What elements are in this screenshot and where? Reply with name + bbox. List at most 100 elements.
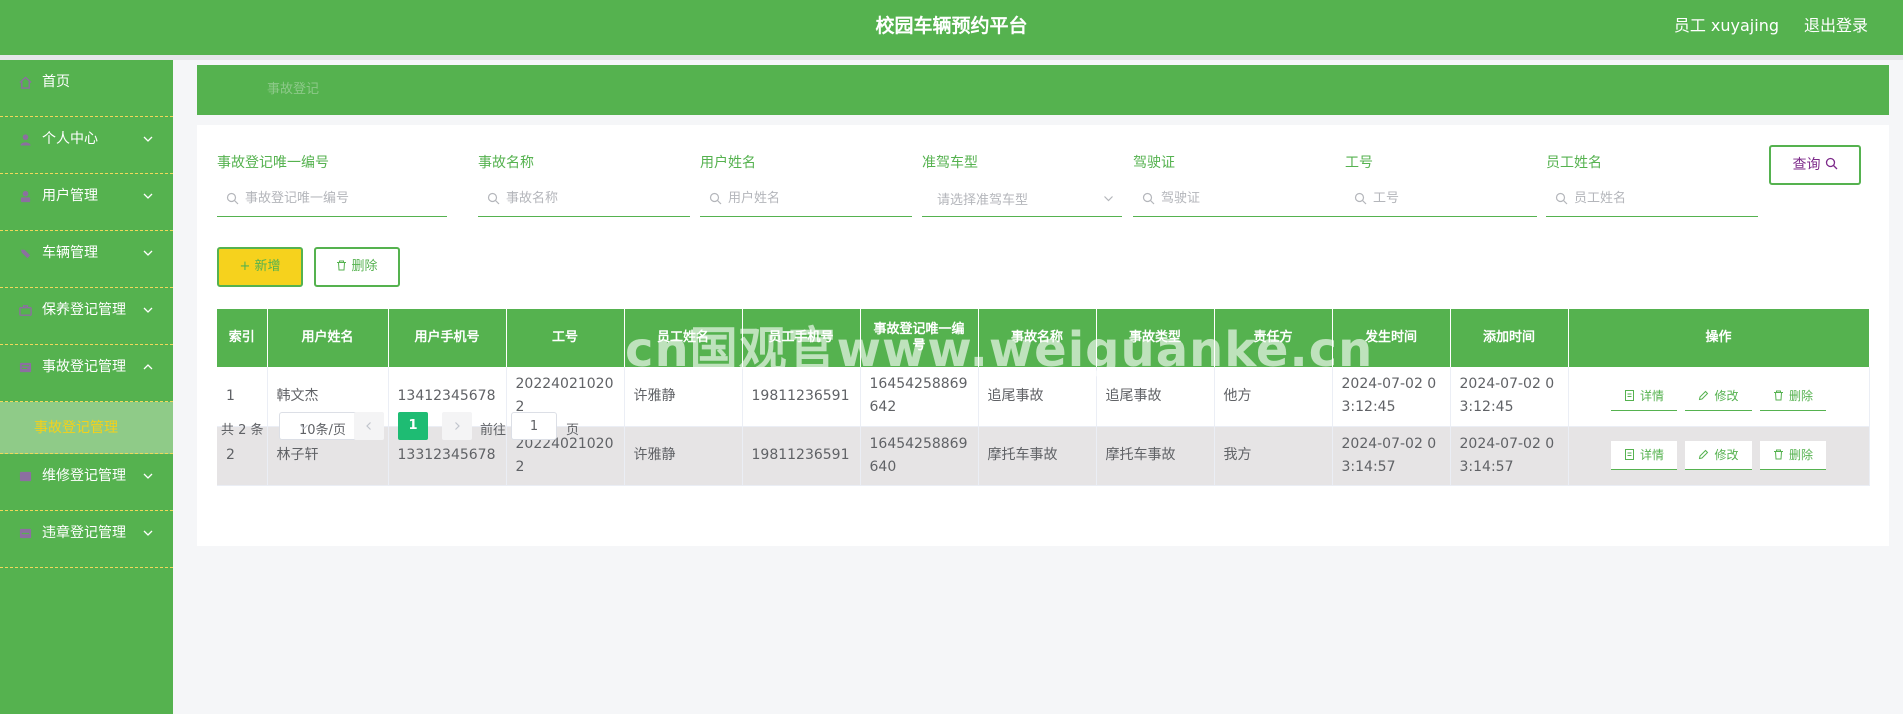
user-name-input[interactable] — [728, 185, 900, 211]
user-name-input-box[interactable] — [700, 179, 912, 217]
trash-icon — [1773, 449, 1783, 460]
chevron-down-icon — [299, 422, 309, 432]
column-header: 操作 — [1568, 309, 1870, 367]
chevron-down-icon — [1103, 193, 1114, 204]
header-divider — [0, 55, 1903, 60]
select-placeholder: 请选择准驾车型 — [937, 193, 1029, 208]
license-input-box[interactable] — [1133, 179, 1345, 217]
chevron-up-icon — [142, 361, 154, 373]
breadcrumb-current[interactable]: 事故登记 — [267, 65, 319, 115]
column-header: 工号 — [506, 309, 625, 367]
column-header: 发生时间 — [1332, 309, 1451, 367]
search-icon — [1142, 192, 1155, 205]
next-page-button[interactable] — [442, 412, 472, 440]
sidebar-item-repair[interactable]: 维修登记管理 — [0, 454, 173, 511]
sidebar-item-label: 车辆管理 — [42, 245, 98, 261]
table-cell: 摩托车事故 — [1096, 426, 1215, 486]
detail-button[interactable]: 详情 — [1611, 381, 1678, 411]
sidebar-item-home[interactable]: 首页 — [0, 60, 173, 117]
goto-page-input[interactable] — [511, 412, 557, 440]
column-header: 事故名称 — [978, 309, 1097, 367]
filter-accident-id: 事故登记唯一编号 — [217, 155, 447, 217]
chevron-right-icon — [455, 422, 460, 430]
sidebar-item-profile[interactable]: 个人中心 — [0, 117, 173, 174]
employee-no-input[interactable] — [1373, 185, 1525, 211]
sidebar-item-users[interactable]: 用户管理 — [0, 174, 173, 231]
detail-label: 详情 — [1640, 388, 1665, 403]
repair-icon — [19, 470, 32, 483]
page-number-current[interactable]: 1 — [398, 412, 428, 440]
document-icon — [1625, 449, 1635, 460]
query-button[interactable]: 查询 — [1769, 145, 1861, 185]
detail-button[interactable]: 详情 — [1611, 441, 1678, 470]
employee-no-input-box[interactable] — [1345, 179, 1537, 217]
main-panel: 事故登记唯一编号 事故名称 用户姓名 准驾车型 请选择准驾车型 驾驶证 — [197, 125, 1889, 546]
detail-label: 详情 — [1640, 448, 1665, 462]
logout-link[interactable]: 退出登录 — [1804, 0, 1868, 52]
prev-page-button[interactable] — [354, 412, 384, 440]
edit-label: 修改 — [1714, 448, 1739, 462]
table-cell: 2024-07-02 03:14:57 — [1332, 426, 1451, 486]
violation-icon — [19, 527, 32, 540]
top-header: 校园车辆预约平台 员工 xuyajing 退出登录 — [0, 0, 1903, 55]
column-header: 员工姓名 — [624, 309, 743, 367]
filter-vehicle-class: 准驾车型 请选择准驾车型 — [922, 155, 1122, 217]
table-cell: 追尾事故 — [978, 367, 1097, 427]
search-icon — [1555, 192, 1568, 205]
table-cell: 16454258869642 — [860, 367, 979, 427]
table-header-row: 索引 用户姓名 用户手机号 工号 员工姓名 员工手机号 事故登记唯一编号 事故名… — [217, 309, 1870, 367]
submenu-accident-manage[interactable]: 事故登记管理 — [0, 402, 173, 454]
table-cell: 2024-07-02 03:12:45 — [1332, 367, 1451, 427]
employee-name-input[interactable] — [1574, 185, 1746, 211]
app-title: 校园车辆预约平台 — [875, 15, 1028, 37]
row-actions: 详情 修改 删除 — [1568, 367, 1870, 427]
license-input[interactable] — [1161, 185, 1333, 211]
column-header: 员工手机号 — [742, 309, 861, 367]
filter-license: 驾驶证 — [1133, 155, 1345, 217]
column-header: 索引 — [217, 309, 268, 367]
field-label: 事故登记唯一编号 — [217, 155, 329, 171]
filter-employee-name: 员工姓名 — [1546, 155, 1758, 217]
sidebar-item-label: 个人中心 — [42, 131, 98, 147]
chevron-down-icon — [142, 247, 154, 259]
row-actions: 详情 修改 删除 — [1568, 426, 1870, 486]
home-icon — [19, 76, 32, 89]
accident-id-input[interactable] — [245, 185, 435, 211]
delete-label: 删除 — [1788, 388, 1813, 403]
row-delete-button[interactable]: 删除 — [1759, 441, 1826, 470]
table-cell: 1 — [217, 367, 268, 427]
filter-employee-no: 工号 — [1345, 155, 1537, 217]
chevron-down-icon — [142, 133, 154, 145]
edit-button[interactable]: 修改 — [1685, 381, 1752, 411]
sidebar-item-maintenance[interactable]: 保养登记管理 — [0, 288, 173, 345]
row-delete-button[interactable]: 删除 — [1759, 381, 1826, 411]
vehicle-class-select[interactable]: 请选择准驾车型 — [922, 179, 1122, 217]
total-count: 共 2 条 — [221, 423, 264, 438]
filter-user-name: 用户姓名 — [700, 155, 912, 217]
sidebar-item-violation[interactable]: 违章登记管理 — [0, 511, 173, 568]
add-button[interactable]: + 新增 — [217, 247, 303, 287]
accident-name-input[interactable] — [506, 185, 678, 211]
sidebar-item-label: 违章登记管理 — [42, 525, 126, 541]
field-label: 事故名称 — [478, 155, 534, 171]
table-cell: 追尾事故 — [1096, 367, 1215, 427]
column-header: 责任方 — [1214, 309, 1333, 367]
sidebar-item-vehicles[interactable]: 车辆管理 — [0, 231, 173, 288]
edit-icon — [1699, 449, 1709, 460]
table-cell: 16454258869640 — [860, 426, 979, 486]
current-user: 员工 xuyajing — [1673, 16, 1779, 35]
delete-button[interactable]: 删除 — [314, 247, 400, 287]
edit-label: 修改 — [1714, 388, 1739, 403]
accident-icon — [19, 361, 32, 374]
sidebar-item-label: 保养登记管理 — [42, 302, 126, 318]
search-icon — [1354, 192, 1367, 205]
accident-id-input-box[interactable] — [217, 179, 447, 217]
sidebar: 首页 个人中心 用户管理 车辆管理 保养登记管理 事故登记管理 事故登记管理 维… — [0, 60, 173, 714]
sidebar-item-accident[interactable]: 事故登记管理 — [0, 345, 173, 402]
table-cell: 19811236591 — [742, 367, 861, 427]
employee-name-input-box[interactable] — [1546, 179, 1758, 217]
table-cell: 摩托车事故 — [978, 426, 1097, 486]
edit-button[interactable]: 修改 — [1685, 441, 1752, 470]
accident-name-input-box[interactable] — [478, 179, 690, 217]
query-label: 查询 — [1792, 157, 1821, 173]
